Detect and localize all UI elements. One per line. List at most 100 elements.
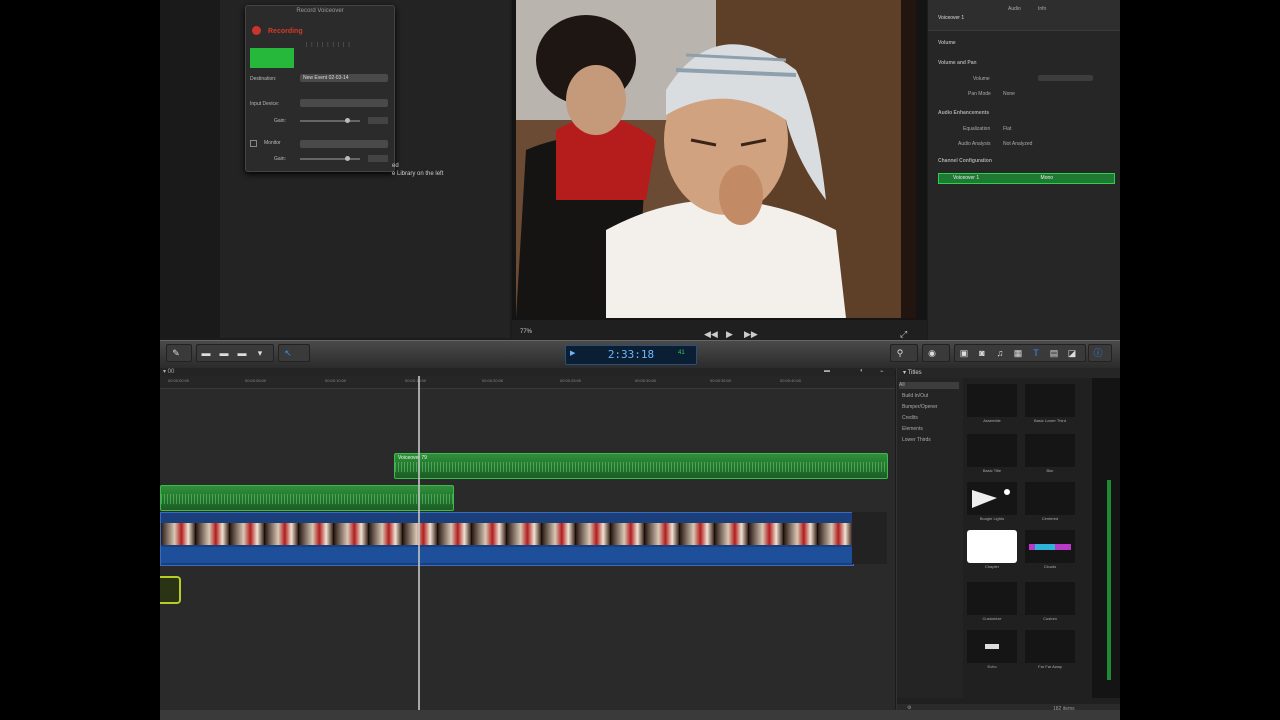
ruler-tick: 00:00:35:00	[710, 378, 732, 383]
tab-info[interactable]: Info	[1038, 6, 1046, 12]
title-name: Echo	[987, 664, 997, 669]
ruler-tick: 00:00:25:00	[560, 378, 582, 383]
filmstrip-frame	[783, 523, 819, 545]
fullscreen-icon[interactable]: ⤢	[900, 329, 907, 340]
ruler-tick: 00:00:30:00	[635, 378, 657, 383]
title-thumbnail[interactable]	[1025, 482, 1075, 515]
ruler-tick: 00:00:15:00	[405, 378, 427, 383]
fast-forward-icon[interactable]: ▶▶	[744, 329, 758, 340]
filmstrip-frame	[645, 523, 680, 545]
clip-appearance-icon[interactable]: ▬	[824, 368, 830, 374]
title-thumbnail[interactable]	[967, 530, 1017, 563]
audio-skimming-group: ◉	[922, 344, 950, 362]
film-icon[interactable]: ▦	[1009, 345, 1027, 361]
skimming-icon[interactable]: ⚲	[891, 345, 909, 361]
tab-audio[interactable]: Audio	[1008, 6, 1021, 12]
filmstrip-frame	[576, 523, 611, 545]
title-thumbnail[interactable]	[967, 434, 1017, 467]
destination-label: Destination:	[250, 76, 277, 82]
destination-select[interactable]: New Event 02-03-14	[300, 74, 388, 82]
selected-title-clip[interactable]	[160, 576, 181, 604]
category-elements[interactable]: Elements	[902, 426, 923, 432]
category-all[interactable]: All	[899, 382, 959, 389]
category-build-in-out[interactable]: Build In/Out	[902, 393, 928, 399]
viewer-video-frame	[516, 0, 916, 318]
title-name: Custom	[1043, 616, 1057, 621]
edit-buttons: ▬ ▬ ▬ ▾	[196, 344, 274, 362]
title-thumbnail[interactable]	[967, 630, 1017, 663]
filmstrip-frame	[749, 523, 784, 545]
gain-slider-knob[interactable]	[345, 118, 350, 123]
monitor-output-select[interactable]	[300, 140, 388, 148]
magic-wand-icon[interactable]: ✎	[167, 345, 185, 361]
volume-slider[interactable]	[1038, 75, 1093, 81]
filmstrip-frame	[679, 523, 715, 545]
inspector-toggle-group: ⓘ	[1088, 344, 1112, 362]
section-volume-and-pan: Volume and Pan	[938, 60, 977, 66]
monitor-gain-field[interactable]	[368, 155, 388, 162]
monitor-gain-label: Gain:	[274, 156, 286, 162]
filmstrip-frame	[195, 523, 231, 545]
title-thumbnail[interactable]	[967, 482, 1017, 515]
gain-value-field[interactable]	[368, 117, 388, 124]
insert-clip-icon[interactable]: ▬	[215, 345, 233, 361]
playhead[interactable]	[418, 376, 420, 720]
music-icon[interactable]: ♫	[991, 345, 1009, 361]
filmstrip-frame	[264, 523, 300, 545]
monitor-gain-knob[interactable]	[345, 156, 350, 161]
filmstrip-frame	[437, 523, 473, 545]
title-thumbnail[interactable]	[1025, 582, 1075, 615]
inspector-toggle-icon[interactable]: ⓘ	[1089, 345, 1107, 361]
audio-skimming-icon[interactable]: ◉	[923, 345, 941, 361]
title-thumbnail[interactable]	[1025, 384, 1075, 417]
browser-header-label[interactable]: ▾ Titles	[903, 369, 922, 376]
audio-waveform	[161, 494, 453, 504]
generators-icon[interactable]: ▤	[1045, 345, 1063, 361]
title-thumbnail[interactable]	[1025, 630, 1075, 663]
clip-filmstrip	[161, 523, 853, 545]
record-icon[interactable]	[252, 26, 261, 35]
equalization-select[interactable]: Flat	[1003, 126, 1011, 132]
category-bumper-opener[interactable]: Bumper/Opener	[902, 404, 938, 410]
rewind-icon[interactable]: ◀◀	[704, 329, 718, 340]
title-thumbnail[interactable]	[1025, 434, 1075, 467]
music-audio-clip[interactable]	[160, 485, 454, 511]
title-name: Boogie Lights	[979, 516, 1005, 521]
time-ruler[interactable]: 00:00:00:00 00:00:05:00 00:00:10:00 00:0…	[160, 376, 895, 389]
audio-analysis-value: Not Analyzed	[1003, 141, 1033, 147]
dashboard-play-icon: ▶	[570, 350, 576, 357]
title-thumbnail[interactable]	[967, 582, 1017, 615]
row-equalization: Equalization	[963, 126, 991, 132]
monitor-checkbox[interactable]	[250, 140, 257, 147]
category-lower-thirds[interactable]: Lower Thirds	[902, 437, 931, 443]
monitor-gain-slider[interactable]	[300, 158, 360, 160]
boogie-lights-thumbnail	[972, 489, 1010, 508]
title-thumbnail[interactable]	[967, 384, 1017, 417]
gain-slider[interactable]	[300, 120, 360, 122]
titles-icon[interactable]: T	[1027, 345, 1045, 361]
photos-icon[interactable]: ▣	[955, 345, 973, 361]
filmstrip-frame	[403, 523, 438, 545]
inspector: Voiceover 1 Audio Info Volume Volume and…	[928, 0, 1120, 345]
category-credits[interactable]: Credits	[902, 415, 918, 421]
overwrite-menu-icon[interactable]: ▾	[251, 345, 269, 361]
zoom-menu[interactable]: 77%	[520, 329, 532, 335]
select-tool-icon[interactable]: ↖	[279, 345, 297, 361]
play-icon[interactable]: ▶	[726, 329, 733, 340]
connect-clip-icon[interactable]: ▬	[197, 345, 215, 361]
camera-icon[interactable]: ◙	[973, 345, 991, 361]
input-device-select[interactable]	[300, 99, 388, 107]
voiceover-audio-clip[interactable]: Voiceover 79	[394, 453, 888, 479]
channel-config-row[interactable]: Voiceover 1 Mono	[938, 173, 1115, 184]
gap-clip[interactable]	[852, 512, 887, 564]
themes-icon[interactable]: ◪	[1063, 345, 1081, 361]
primary-video-clip[interactable]	[160, 512, 854, 566]
title-thumbnail[interactable]	[1025, 530, 1075, 563]
snapping-icon[interactable]: ⌁	[880, 368, 884, 375]
channel-label: Voiceover 1	[953, 175, 980, 181]
title-name: Far Far Away	[1038, 664, 1062, 669]
timeline-index-label[interactable]: ▾ 00	[163, 368, 174, 375]
pan-mode-select[interactable]: None	[1003, 91, 1015, 97]
zoom-slider-icon[interactable]: ◐	[860, 368, 864, 374]
append-clip-icon[interactable]: ▬	[233, 345, 251, 361]
